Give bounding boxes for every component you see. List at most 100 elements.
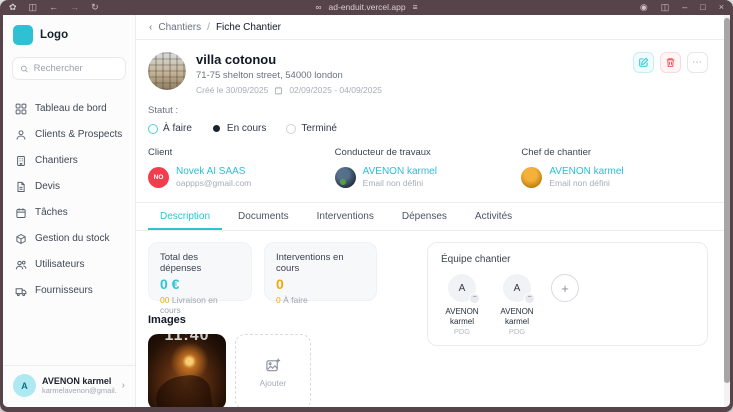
- search-input[interactable]: [33, 63, 118, 74]
- tab-interventions[interactable]: Interventions: [305, 203, 386, 230]
- chief-name-link[interactable]: AVENON karmel: [549, 166, 623, 177]
- sidebar-item-taches[interactable]: Tâches: [12, 200, 126, 225]
- browser-window: ✿ ◫ ← → ↻ ∞ ad-enduit.vercel.app ≡ ◉ ◫ –…: [0, 0, 733, 412]
- workspace-icon[interactable]: ✿: [9, 0, 17, 15]
- minimize-button[interactable]: –: [682, 0, 687, 15]
- more-icon: ⋯: [692, 57, 703, 68]
- breadcrumb-back-icon[interactable]: ‹: [149, 22, 152, 33]
- sidebar-item-label: Tâches: [35, 207, 68, 218]
- date-range: 02/09/2025 - 04/09/2025: [289, 85, 382, 95]
- logo[interactable]: Logo: [13, 25, 125, 45]
- add-image-label: Ajouter: [259, 377, 287, 388]
- close-button[interactable]: ×: [719, 0, 724, 15]
- expenses-value: 0 €: [160, 276, 180, 292]
- image-add-icon: [265, 358, 280, 371]
- expenses-sub-value: 00: [160, 295, 170, 305]
- back-icon[interactable]: ←: [49, 0, 58, 15]
- client-email: oappps@gmail.com: [176, 178, 252, 188]
- sidebar: Logo Tableau de bord Clients & Prospects…: [3, 15, 136, 407]
- search-icon: [20, 65, 28, 73]
- tab-description[interactable]: Description: [148, 203, 223, 230]
- image-hand-shape: [153, 372, 214, 407]
- chief-email: Email non défini: [549, 178, 610, 188]
- sidebar-nav: Tableau de bord Clients & Prospects Chan…: [12, 96, 126, 303]
- radio-circle-icon: [286, 123, 297, 134]
- reload-icon[interactable]: ↻: [91, 0, 99, 15]
- add-image-button[interactable]: Ajouter: [235, 334, 311, 407]
- edit-button[interactable]: [633, 52, 654, 73]
- sidebar-user[interactable]: A AVENON karmel karmelavenon@gmail... ›: [3, 365, 135, 403]
- team-title: Équipe chantier: [441, 254, 511, 265]
- scrollbar[interactable]: [724, 15, 730, 407]
- sidebar-item-label: Chantiers: [35, 155, 78, 166]
- search-box[interactable]: [12, 57, 126, 80]
- interventions-title: Interventions en cours: [276, 252, 344, 274]
- dashboard-icon: [15, 103, 27, 114]
- extensions-icon[interactable]: ◉: [640, 0, 648, 15]
- tab-documents[interactable]: Documents: [226, 203, 301, 230]
- team-member: A − AVENON karmel PDG: [496, 274, 538, 336]
- tab-overview-icon[interactable]: ◫: [29, 0, 38, 15]
- site-address: 71-75 shelton street, 54000 london: [196, 70, 343, 81]
- logo-icon: [13, 25, 33, 45]
- client-name-link[interactable]: Novek AI SAAS: [176, 166, 251, 177]
- sidebar-item-label: Utilisateurs: [35, 259, 85, 270]
- radio-label: Terminé: [301, 123, 337, 134]
- tune-icon[interactable]: ≡: [413, 0, 418, 15]
- tab-depenses[interactable]: Dépenses: [390, 203, 459, 230]
- tab-activites[interactable]: Activités: [463, 203, 524, 230]
- sidebar-item-label: Devis: [35, 181, 61, 192]
- sidebar-item-devis[interactable]: Devis: [12, 174, 126, 199]
- forward-icon[interactable]: →: [70, 0, 79, 15]
- team-member: A − AVENON karmel PDG: [441, 274, 483, 336]
- users-icon: [15, 260, 27, 269]
- client-label: Client: [148, 147, 173, 158]
- more-options-button[interactable]: ⋯: [687, 52, 708, 73]
- tab-bar: Description Documents Interventions Dépe…: [136, 203, 730, 231]
- created-date: Créé le 30/09/2025: [196, 85, 269, 95]
- site-image-thumbnail[interactable]: 11:40: [148, 334, 226, 407]
- client-avatar: NO: [148, 166, 169, 188]
- member-role: PDG: [453, 327, 471, 337]
- document-icon: [17, 181, 25, 192]
- sidebar-item-chantiers[interactable]: Chantiers: [12, 148, 126, 173]
- sidebar-item-tableau-de-bord[interactable]: Tableau de bord: [12, 96, 126, 121]
- expenses-sub: 00 Livraison en cours: [160, 295, 240, 315]
- interventions-value: 0: [276, 276, 284, 292]
- url-text[interactable]: ad-enduit.vercel.app: [329, 0, 406, 15]
- radio-a-faire[interactable]: À faire: [148, 123, 192, 134]
- sidebar-item-label: Fournisseurs: [35, 285, 93, 296]
- conductor-section: Conducteur de travaux AVENON karmel Emai…: [334, 147, 522, 188]
- delete-button[interactable]: [660, 52, 681, 73]
- interventions-sub-value: 0: [276, 295, 281, 305]
- add-member-button[interactable]: +: [551, 274, 579, 302]
- remove-member-button[interactable]: −: [524, 293, 535, 304]
- sidebar-item-gestion-du-stock[interactable]: Gestion du stock: [12, 226, 126, 251]
- member-name: AVENON karmel: [445, 307, 479, 326]
- sidebar-item-fournisseurs[interactable]: Fournisseurs: [12, 278, 126, 303]
- building-icon: [17, 155, 25, 166]
- trash-icon: [666, 58, 675, 67]
- images-title: Images: [148, 314, 186, 326]
- secure-link-icon[interactable]: ∞: [315, 0, 321, 15]
- avatar: A: [13, 374, 36, 397]
- interventions-card: Interventions en cours 0 0 À faire: [264, 242, 377, 305]
- conductor-name-link[interactable]: AVENON karmel: [363, 166, 437, 177]
- main-area: ‹ Chantiers / Fiche Chantier villa coton…: [136, 15, 730, 407]
- status-label: Statut :: [148, 105, 179, 116]
- radio-en-cours[interactable]: En cours: [212, 123, 266, 134]
- scrollbar-thumb[interactable]: [724, 18, 730, 383]
- breadcrumb-parent[interactable]: Chantiers: [158, 22, 201, 33]
- user-name: AVENON karmel: [42, 376, 112, 386]
- breadcrumb: ‹ Chantiers / Fiche Chantier: [136, 15, 730, 40]
- radio-termine[interactable]: Terminé: [286, 123, 337, 134]
- images-section: Images 11:40 Ajouter: [148, 314, 427, 407]
- site-header: villa cotonou 71-75 shelton street, 5400…: [148, 52, 708, 95]
- maximize-button[interactable]: □: [700, 0, 705, 15]
- sidebar-item-clients-prospects[interactable]: Clients & Prospects: [12, 122, 126, 147]
- sidebar-item-utilisateurs[interactable]: Utilisateurs: [12, 252, 126, 277]
- radio-selected-icon: [213, 125, 221, 132]
- status-radio-group: À faire En cours Terminé: [148, 123, 708, 134]
- remove-member-button[interactable]: −: [469, 293, 480, 304]
- split-view-icon[interactable]: ◫: [661, 0, 670, 15]
